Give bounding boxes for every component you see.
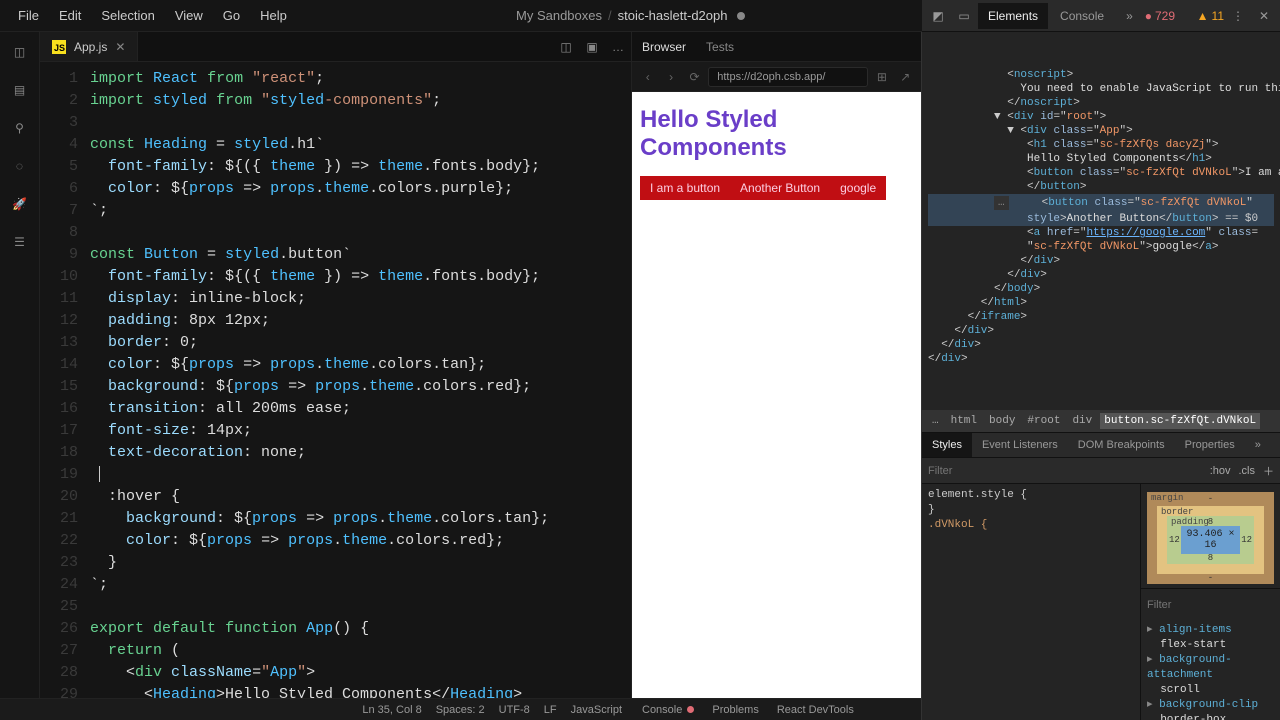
- styles-tab-dom-breakpoints[interactable]: DOM Breakpoints: [1068, 433, 1175, 457]
- footer-react[interactable]: React DevTools: [777, 704, 854, 716]
- hov-toggle[interactable]: :hov: [1210, 465, 1231, 477]
- popout-icon[interactable]: ↗: [896, 70, 915, 84]
- back-icon[interactable]: ‹: [638, 70, 657, 84]
- warning-badge[interactable]: ▲ 11: [1197, 9, 1224, 23]
- deploy-icon[interactable]: 🚀: [8, 192, 32, 216]
- preview-button[interactable]: Another Button: [730, 176, 830, 200]
- more-icon[interactable]: …: [605, 40, 631, 54]
- dom-crumb[interactable]: html: [947, 413, 981, 429]
- line-gutter: 1234567891011121314151617181920212223242…: [40, 62, 90, 720]
- tab-tests[interactable]: Tests: [706, 40, 734, 54]
- status-eol[interactable]: LF: [544, 704, 557, 716]
- styles-tab-styles[interactable]: Styles: [922, 433, 972, 457]
- forward-icon[interactable]: ›: [661, 70, 680, 84]
- preview-heading: Hello Styled Components: [640, 106, 913, 162]
- panel-icon[interactable]: ▣: [579, 40, 605, 54]
- menu-edit[interactable]: Edit: [49, 4, 91, 27]
- computed-pane[interactable]: ▸ align-items flex-start▸ background-att…: [1141, 621, 1280, 720]
- error-badge[interactable]: ● 729: [1145, 9, 1175, 23]
- preview-pane: Hello Styled Components I am a buttonAno…: [632, 92, 921, 698]
- status-enc[interactable]: UTF-8: [499, 704, 530, 716]
- status-pos[interactable]: Ln 35, Col 8: [362, 704, 421, 716]
- menu-selection[interactable]: Selection: [91, 4, 164, 27]
- code-editor[interactable]: import React from "react"; import styled…: [90, 62, 631, 720]
- devtools-menu-icon[interactable]: ⋮: [1226, 4, 1250, 28]
- box-model: margin - border padding 8 12 12 8: [1141, 484, 1280, 588]
- styles-tab-properties[interactable]: Properties: [1175, 433, 1245, 457]
- menu-go[interactable]: Go: [213, 4, 250, 27]
- file-tab-label: App.js: [74, 40, 107, 54]
- tab-browser[interactable]: Browser: [642, 40, 686, 54]
- footer-console[interactable]: Console: [642, 704, 694, 716]
- preview-button[interactable]: I am a button: [640, 176, 730, 200]
- tab-console[interactable]: Console: [1050, 3, 1114, 29]
- menu-view[interactable]: View: [165, 4, 213, 27]
- status-lang[interactable]: JavaScript: [571, 704, 622, 716]
- cls-toggle[interactable]: .cls: [1239, 465, 1256, 477]
- computed-filter-input[interactable]: [1147, 599, 1280, 611]
- inspect-icon[interactable]: ◩: [926, 4, 950, 28]
- sandbox-icon[interactable]: ◫: [8, 40, 32, 64]
- dom-crumb[interactable]: div: [1068, 413, 1096, 429]
- url-input[interactable]: [708, 67, 868, 87]
- split-icon[interactable]: ◫: [553, 40, 579, 54]
- server-icon[interactable]: ☰: [8, 230, 32, 254]
- refresh-icon[interactable]: ⟳: [685, 70, 704, 84]
- explorer-icon[interactable]: ▤: [8, 78, 32, 102]
- dom-crumb[interactable]: #root: [1023, 413, 1064, 429]
- device-icon[interactable]: ▭: [952, 4, 976, 28]
- dom-crumb[interactable]: button.sc-fzXfQt.dVNkoL: [1100, 413, 1260, 429]
- status-spaces[interactable]: Spaces: 2: [436, 704, 485, 716]
- structure-icon[interactable]: ⊞: [872, 70, 891, 84]
- breadcrumb-name[interactable]: stoic-haslett-d2oph: [618, 8, 728, 23]
- search-icon[interactable]: ⚲: [8, 116, 32, 140]
- styles-tab-event-listeners[interactable]: Event Listeners: [972, 433, 1068, 457]
- add-rule-icon[interactable]: ＋: [1263, 463, 1274, 479]
- preview-button[interactable]: google: [830, 176, 886, 200]
- dom-crumb[interactable]: body: [985, 413, 1019, 429]
- error-dot-icon: [687, 706, 694, 713]
- tab-elements[interactable]: Elements: [978, 3, 1048, 29]
- dom-crumbs[interactable]: …htmlbody#rootdivbutton.sc-fzXfQt.dVNkoL: [922, 410, 1280, 432]
- styles-tab-more-icon[interactable]: »: [1245, 433, 1271, 457]
- footer-problems[interactable]: Problems: [712, 704, 758, 716]
- activity-bar: ◫ ▤ ⚲ ◌ 🚀 ☰: [0, 32, 40, 720]
- breadcrumb: My Sandboxes / stoic-haslett-d2oph: [301, 8, 961, 23]
- breadcrumb-root[interactable]: My Sandboxes: [516, 8, 602, 23]
- styles-pane[interactable]: element.style {}.dVNkoL {</span></div><d…: [922, 484, 1140, 720]
- close-icon[interactable]: ✕: [115, 40, 125, 54]
- styles-filter-input[interactable]: [928, 465, 1202, 477]
- dom-crumb[interactable]: …: [928, 413, 943, 429]
- github-icon[interactable]: ◌: [8, 154, 32, 178]
- dirty-indicator-icon: [737, 12, 745, 20]
- tab-more-icon[interactable]: »: [1116, 3, 1143, 29]
- js-file-icon: JS: [52, 40, 66, 54]
- dom-tree[interactable]: <noscript> You need to enable JavaScript…: [922, 32, 1280, 410]
- menu-file[interactable]: File: [8, 4, 49, 27]
- menubar: FileEditSelectionViewGoHelp: [8, 4, 297, 27]
- devtools-close-icon[interactable]: ✕: [1252, 4, 1276, 28]
- file-tab[interactable]: JS App.js ✕: [40, 32, 138, 61]
- menu-help[interactable]: Help: [250, 4, 297, 27]
